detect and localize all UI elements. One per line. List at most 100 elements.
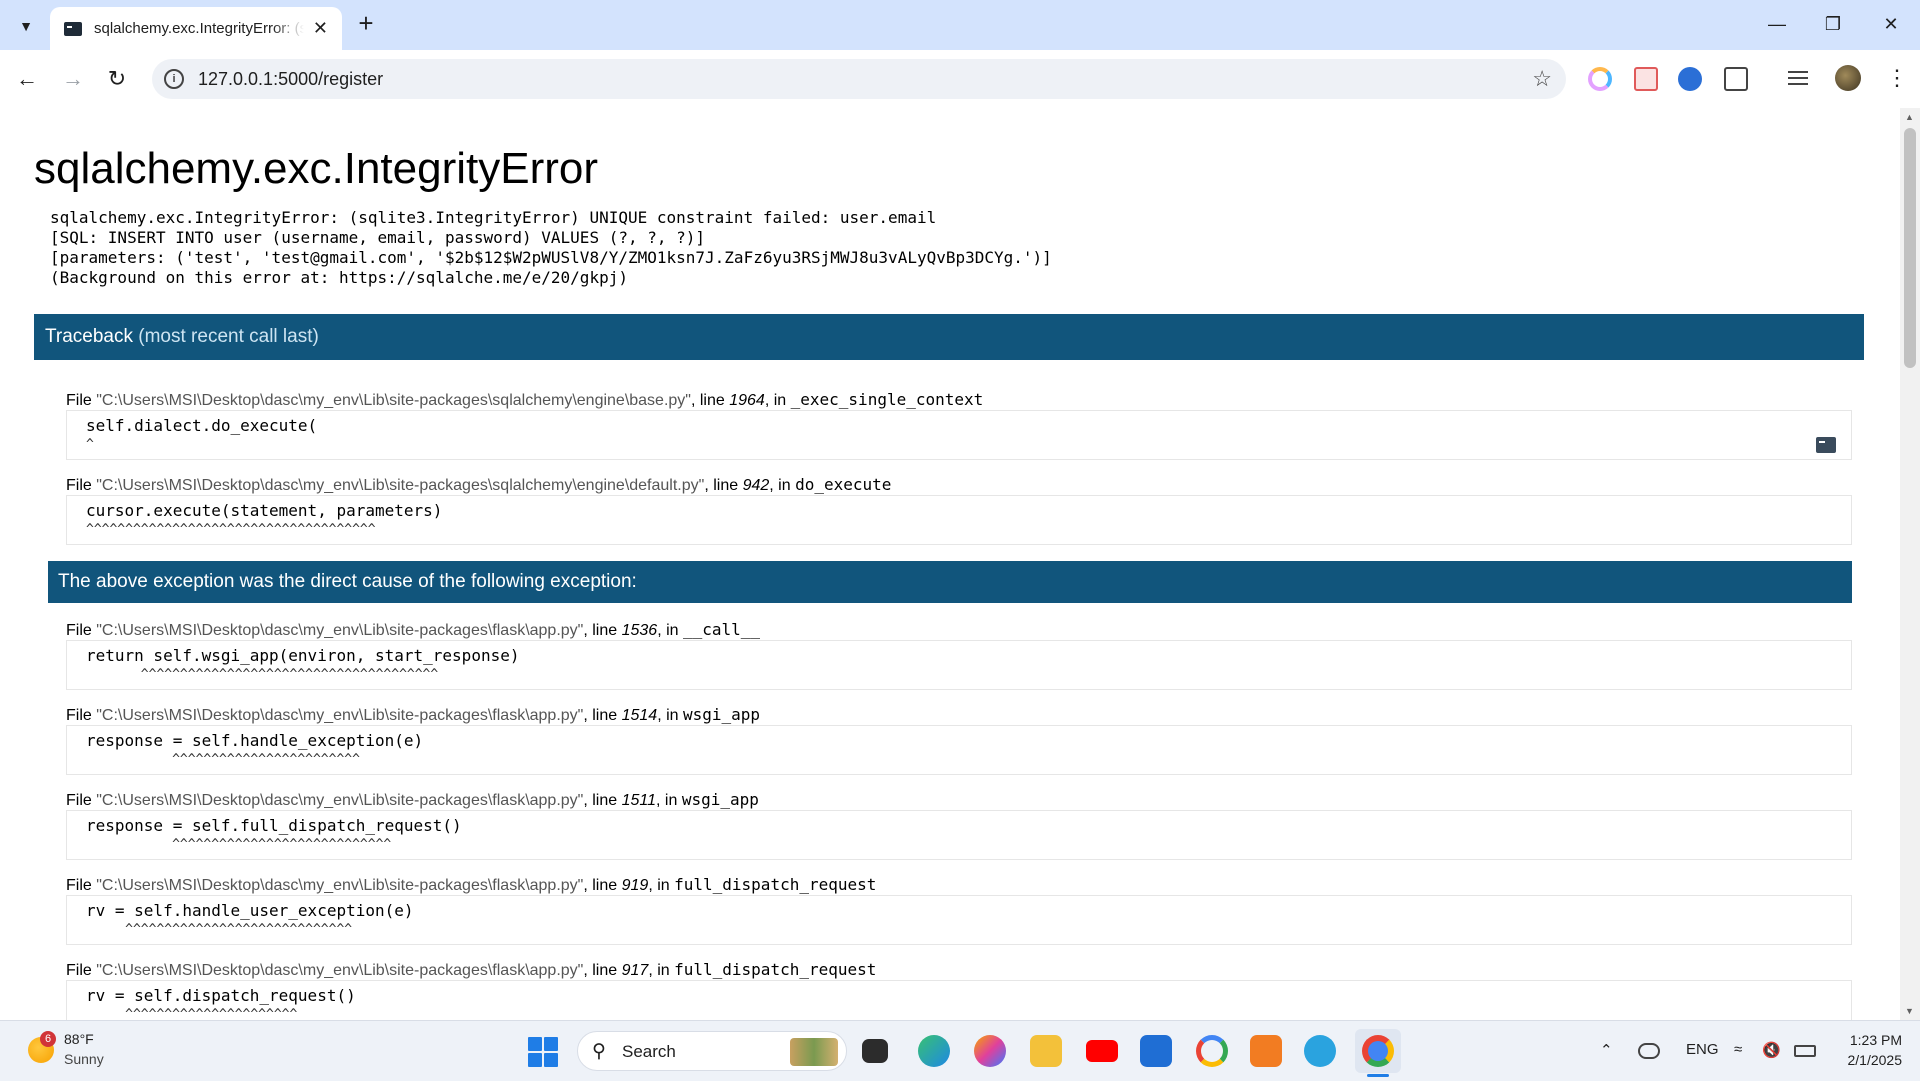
console-icon[interactable] [1816, 437, 1836, 453]
clock-time[interactable]: 1:23 PM [1842, 1032, 1902, 1048]
back-arrow-icon[interactable]: ← [10, 62, 44, 96]
copilot-icon[interactable] [974, 1035, 1006, 1067]
frame-line-label: , line [583, 792, 622, 809]
frame-line-label: , line [583, 707, 622, 724]
chrome-icon[interactable] [1362, 1035, 1394, 1067]
frame-in-label: , in [656, 792, 682, 809]
frame-line-label: , line [704, 477, 743, 494]
frame-code: response = self.full_dispatch_request() [86, 816, 462, 835]
new-tab-button[interactable]: + [352, 10, 380, 38]
frame-function: full_dispatch_request [674, 875, 877, 894]
close-window-button[interactable]: ✕ [1868, 8, 1914, 40]
language-indicator[interactable]: ENG [1686, 1041, 1719, 1058]
browser-titlebar: ▼ sqlalchemy.exc.IntegrityError: (s ✕ + … [0, 0, 1920, 50]
frame-code-block[interactable]: response = self.handle_exception(e) ^^^^… [66, 725, 1852, 775]
browser-tab[interactable]: sqlalchemy.exc.IntegrityError: (s ✕ [50, 7, 342, 50]
profile-avatar[interactable] [1835, 65, 1861, 91]
clock-date[interactable]: 2/1/2025 [1834, 1052, 1903, 1068]
frame-carets: ^ [86, 437, 94, 452]
frame-file-prefix: File [66, 392, 97, 409]
frame-code-block[interactable]: response = self.full_dispatch_request() … [66, 810, 1852, 860]
address-bar[interactable]: i 127.0.0.1:5000/register ☆ [152, 59, 1566, 99]
search-icon: ⚲ [592, 1041, 606, 1062]
frame-function: wsgi_app [683, 705, 761, 724]
onedrive-cloud-icon[interactable] [1638, 1043, 1660, 1059]
youtube-icon[interactable] [1086, 1040, 1118, 1062]
weather-badge: 6 [40, 1031, 56, 1047]
microsoft-store-icon[interactable] [1140, 1035, 1172, 1067]
extensions-puzzle-icon[interactable] [1724, 67, 1748, 91]
frame-file-line: File "C:\Users\MSI\Desktop\dasc\my_env\L… [66, 390, 983, 410]
speaker-muted-icon[interactable]: 🔇 [1762, 1041, 1781, 1059]
tab-close-icon[interactable]: ✕ [313, 18, 328, 38]
frame-path: "C:\Users\MSI\Desktop\dasc\my_env\Lib\si… [96, 962, 584, 979]
page-scrollbar[interactable]: ▲ ▼ [1900, 108, 1920, 1020]
frame-carets: ^^^^^^^^^^^^^^^^^^^^^^^^^^^^ [86, 837, 392, 852]
frame-in-label: , in [657, 622, 683, 639]
site-info-icon[interactable]: i [164, 69, 184, 89]
frame-carets: ^^^^^^^^^^^^^^^^^^^^^^^^^^^^^^^^^^^^^^ [86, 667, 439, 682]
restore-button[interactable]: ❐ [1810, 8, 1856, 40]
edge-browser-icon[interactable] [918, 1035, 950, 1067]
frame-code-block[interactable]: self.dialect.do_execute( ^ [66, 410, 1852, 460]
page-content: sqlalchemy.exc.IntegrityError sqlalchemy… [0, 108, 1900, 1020]
frame-file-line: File "C:\Users\MSI\Desktop\dasc\my_env\L… [66, 620, 760, 640]
frame-carets: ^^^^^^^^^^^^^^^^^^^^^^^^^^^^^^^^^^^^^ [86, 522, 376, 537]
frame-line-number: 919 [621, 877, 649, 894]
frame-code-block[interactable]: rv = self.dispatch_request() ^^^^^^^^^^^… [66, 980, 1852, 1020]
url-text[interactable]: 127.0.0.1:5000/register [198, 69, 383, 90]
taskbar-search[interactable]: ⚲ Search [577, 1031, 847, 1071]
weather-condition[interactable]: Sunny [64, 1051, 104, 1067]
frame-file-prefix: File [66, 962, 97, 979]
start-windows-icon[interactable] [528, 1037, 558, 1067]
browser-menu-icon[interactable]: ⋮ [1886, 62, 1908, 94]
windows-taskbar: 6 88°F Sunny ⚲ Search ⌃ ENG ≈ 🔇 1:23 PM … [0, 1020, 1920, 1081]
frame-code: response = self.handle_exception(e) [86, 731, 424, 750]
telegram-icon[interactable] [1304, 1035, 1336, 1067]
frame-line-label: , line [583, 622, 622, 639]
extension-translate-icon[interactable] [1678, 67, 1702, 91]
terminal-favicon-icon [64, 21, 82, 36]
frame-file-line: File "C:\Users\MSI\Desktop\dasc\my_env\L… [66, 475, 891, 495]
frame-code-block[interactable]: cursor.execute(statement, parameters) ^^… [66, 495, 1852, 545]
frame-code: cursor.execute(statement, parameters) [86, 501, 443, 520]
frame-path: "C:\Users\MSI\Desktop\dasc\my_env\Lib\si… [96, 477, 705, 494]
xampp-icon[interactable] [1250, 1035, 1282, 1067]
battery-icon[interactable] [1794, 1045, 1816, 1057]
frame-file-prefix: File [66, 707, 97, 724]
tab-search-chevron-icon[interactable]: ▼ [10, 10, 42, 42]
reload-icon[interactable]: ↻ [100, 62, 134, 96]
frame-file-prefix: File [66, 477, 97, 494]
cause-banner: The above exception was the direct cause… [48, 561, 1852, 603]
error-message: sqlalchemy.exc.IntegrityError: (sqlite3.… [50, 208, 1052, 287]
frame-in-label: , in [657, 707, 683, 724]
task-view-icon[interactable] [862, 1039, 888, 1063]
frame-code-block[interactable]: return self.wsgi_app(environ, start_resp… [66, 640, 1852, 690]
active-app-indicator [1367, 1074, 1389, 1077]
frame-in-label: , in [769, 477, 796, 494]
google-icon[interactable] [1196, 1035, 1228, 1067]
frame-file-line: File "C:\Users\MSI\Desktop\dasc\my_env\L… [66, 790, 759, 810]
frame-line-number: 1964 [729, 392, 765, 409]
frame-carets: ^^^^^^^^^^^^^^^^^^^^^^ [86, 1007, 298, 1020]
frame-line-number: 1536 [621, 622, 658, 639]
extension-ring-icon[interactable] [1588, 67, 1612, 91]
scroll-thumb[interactable] [1904, 128, 1916, 368]
wifi-icon[interactable]: ≈ [1734, 1041, 1742, 1058]
extension-pdf-icon[interactable] [1634, 67, 1658, 91]
file-explorer-icon[interactable] [1030, 1035, 1062, 1067]
weather-temperature[interactable]: 88°F [64, 1031, 94, 1047]
frame-function: __call__ [683, 620, 761, 639]
minimize-button[interactable]: — [1754, 8, 1800, 40]
traceback-header: Traceback (most recent call last) [34, 314, 1864, 360]
frame-code-block[interactable]: rv = self.handle_user_exception(e) ^^^^^… [66, 895, 1852, 945]
media-queue-icon[interactable] [1788, 71, 1808, 87]
forward-arrow-icon[interactable]: → [56, 62, 90, 96]
bookmark-star-icon[interactable]: ☆ [1532, 66, 1552, 92]
scroll-down-arrow-icon[interactable]: ▼ [1905, 1006, 1914, 1016]
frame-code: self.dialect.do_execute( [86, 416, 318, 435]
frame-file-prefix: File [66, 792, 97, 809]
traceback-label: Traceback [45, 326, 133, 347]
show-hidden-icons-chevron-icon[interactable]: ⌃ [1600, 1041, 1613, 1059]
scroll-up-arrow-icon[interactable]: ▲ [1905, 112, 1914, 122]
